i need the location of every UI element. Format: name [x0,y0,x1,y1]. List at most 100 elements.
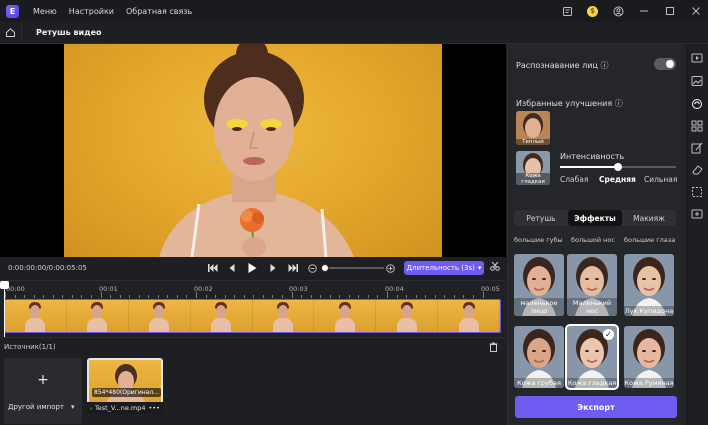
preview-photo [64,44,442,257]
favorite-smooth-skin[interactable]: Кожа гладкая [516,151,550,185]
intensity-slider-knob[interactable] [614,163,622,171]
playhead-handle[interactable] [0,281,9,289]
ruler-tick [205,295,207,298]
ruler-tick [329,295,331,298]
chevron-down-icon[interactable]: ▾ [71,403,75,411]
eraser-tool-icon[interactable] [691,164,703,176]
ruler-tick [43,295,45,298]
video-clip-track[interactable] [4,299,501,333]
duration-button[interactable]: Длительность (3s) ▾ [404,261,484,275]
enhance-tool-icon[interactable] [691,208,703,220]
close-icon[interactable] [690,5,702,17]
skip-end-button[interactable] [288,257,298,279]
retouch-tool-icon[interactable] [691,98,703,110]
ruler-tick [167,295,169,298]
ruler-tick [463,295,465,298]
favorite-caption: Кожа гладкая [516,173,550,185]
ruler-tick [425,295,427,298]
coin-icon[interactable]: $ [587,5,598,17]
account-icon[interactable] [612,5,624,17]
ruler-tick [176,295,178,298]
ruler-tick [186,295,188,298]
effect-header: большие губы [514,236,563,244]
ruler-tick [253,295,255,298]
playhead[interactable] [4,281,5,337]
ruler-tick [453,295,455,298]
maximize-icon[interactable] [664,5,676,17]
clip-frame [314,300,377,332]
effect-tabs: Ретушь Эффекты Макияж [514,210,676,226]
favorite-caption: Теплый [516,139,550,145]
trash-icon [489,342,498,352]
home-button[interactable] [0,21,22,44]
delete-button[interactable] [489,342,498,355]
minimize-icon[interactable] [638,5,650,17]
tab-retouch[interactable]: Ретушь [514,210,568,226]
tab-effects[interactable]: Эффекты [568,210,622,226]
effect-label: Маленький нос [567,298,617,316]
skip-start-icon [208,264,218,272]
effect-card[interactable]: Лук Купидона [624,254,674,316]
effect-card[interactable]: Маленький нос [567,254,617,316]
menu-item-menu[interactable]: Меню [33,7,57,16]
notes-icon[interactable] [561,5,573,17]
ruler-tick [148,295,150,298]
zoom-slider-track[interactable] [322,267,384,269]
intensity-medium[interactable]: Средняя [599,175,636,184]
tab-makeup[interactable]: Макияж [622,210,676,226]
skip-start-button[interactable] [208,257,218,279]
tick-label: 00:05 [481,285,500,293]
image-tool-icon[interactable] [691,75,703,87]
grid-tool-icon[interactable] [691,120,703,132]
clip-frame [66,300,129,332]
duration-label: Длительность (3s) [406,264,475,272]
import-button[interactable]: + Другой импорт ▾ [4,358,82,424]
intensity-label: Интенсивность [560,152,625,161]
more-icon[interactable]: ••• [148,404,160,412]
intensity-slider-fill [560,166,618,168]
ruler-tick [415,295,417,298]
timeline[interactable]: 00:00 00:01 00:02 00:03 00:04 00:05 [0,280,506,337]
effect-header: большой нос [571,236,615,244]
prev-frame-button[interactable] [229,257,235,279]
ruler-tick [62,295,64,298]
edit-tool-icon[interactable] [691,142,703,154]
face-recognition-toggle[interactable] [654,58,676,70]
ruler-tick [367,295,369,298]
video-preview[interactable] [0,44,506,257]
effect-card[interactable]: Кожа гладкая ✓ [565,324,619,390]
menu-item-feedback[interactable]: Обратная связь [126,7,192,16]
clip-frame [128,300,191,332]
favorite-warm[interactable]: Теплый [516,111,550,145]
zoom-out-button[interactable] [308,257,317,279]
skip-end-icon [288,264,298,272]
ruler-tick [157,295,159,298]
video-tool-icon[interactable] [691,52,703,64]
zoom-slider-knob[interactable] [321,264,329,272]
next-frame-button[interactable] [270,257,276,279]
export-button[interactable]: Экспорт [515,396,677,418]
split-button[interactable] [490,261,500,274]
intensity-strong[interactable]: Сильная [644,175,677,184]
ruler-tick [243,295,245,298]
ruler-tick [339,295,341,298]
zoom-in-button[interactable] [386,257,395,279]
ruler-tick [234,295,236,298]
effect-header: большие глаза [624,236,676,244]
info-icon[interactable]: ⓘ [615,99,623,108]
zoom-in-icon [386,263,395,273]
menu-item-settings[interactable]: Настройки [69,7,114,16]
ruler-tick [81,295,83,298]
clip-frame [5,300,67,332]
ruler-tick [434,295,436,298]
crop-tool-icon[interactable] [691,186,703,198]
play-button[interactable] [248,257,257,279]
ruler-tick [348,295,350,298]
effect-card[interactable]: Кожа грубая [514,326,564,388]
effect-card[interactable]: Кожа Румяная [624,326,674,388]
prev-frame-icon [229,264,235,272]
info-icon[interactable]: ⓘ [600,61,608,70]
effect-card[interactable]: маленькое лицо [514,254,564,316]
intensity-weak[interactable]: Слабая [560,175,588,184]
ruler-tick [482,292,484,298]
